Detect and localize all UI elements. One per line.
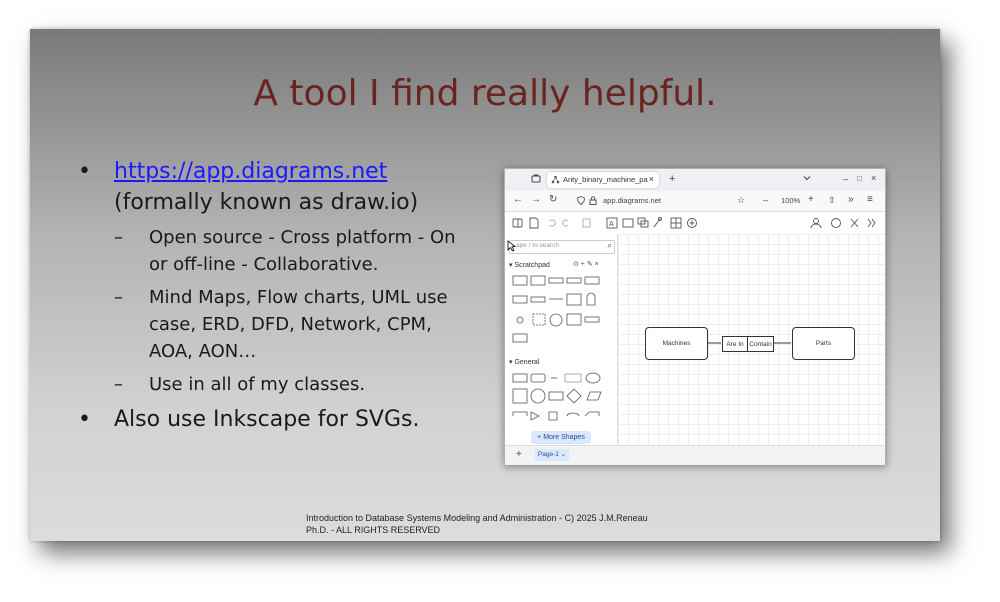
sub-bullet-text: Open source - Cross platform - On or off… [149,227,456,275]
bullet-text: Also use Inkscape for SVGs. [114,407,420,432]
dash-mark: – [114,287,123,308]
reload-icon[interactable]: ↻ [549,194,557,205]
forward-icon[interactable]: → [531,194,541,205]
bullet-inkscape: • Also use Inkscape for SVGs. [78,404,478,435]
new-tab-button[interactable]: + [669,173,675,185]
relationship-contain[interactable]: Contain [747,336,774,352]
diagrams-link[interactable]: https://app.diagrams.net [114,159,387,184]
sub-bullet: – Open source - Cross platform - On or o… [78,224,478,278]
tab-title: Arity_binary_machine_pa [563,175,648,184]
toolbar-icons[interactable]: A [505,212,885,234]
chevron-down-icon[interactable] [803,174,811,184]
sub-bullet: – Mind Maps, Flow charts, UML use case, … [78,284,478,365]
shield-icon[interactable] [577,196,585,207]
slide: A tool I find really helpful. • https://… [30,29,940,541]
dash-mark: – [114,227,123,248]
close-window-button[interactable]: × [871,173,876,183]
tab-overview-icon[interactable] [531,174,541,186]
more-shapes-button[interactable]: + More Shapes [531,431,591,444]
diagram-favicon [551,175,560,186]
tab-bar: Arity_binary_machine_pa × + – □ × [505,169,885,191]
sub-bullet-text: Mind Maps, Flow charts, UML use case, ER… [149,287,448,362]
bullet-list: • https://app.diagrams.net (formally kno… [78,156,478,435]
entity-parts[interactable]: Parts [792,327,855,360]
browser-window: Arity_binary_machine_pa × + – □ × ← → ↻ [504,168,886,465]
relationship-are-in[interactable]: Are In [722,336,748,352]
shapes-panel: ape / to search ⌕ ▾ Scratchpad ⊙ + ✎ × ▾… [505,234,618,444]
drawio-toolbar: A [505,212,885,235]
svg-text:A: A [609,221,614,228]
browser-tab[interactable]: Arity_binary_machine_pa × [547,172,659,188]
star-icon[interactable]: ☆ [737,195,745,206]
zoom-in-icon[interactable]: + [808,194,814,205]
menu-icon[interactable]: ≡ [867,194,873,205]
tab-close-icon[interactable]: × [649,174,654,184]
url-text: app.diagrams.net [603,196,661,205]
page-tab[interactable]: Page-1 ⌄ [535,449,569,461]
slide-footer: Introduction to Database Systems Modelin… [306,512,648,536]
sub-bullet: – Use in all of my classes. [78,371,478,398]
nav-bar: ← → ↻ app.diagrams.net ☆ – 100% + ⇧ » ≡ [505,191,885,212]
bullet-drawio: • https://app.diagrams.net (formally kno… [78,156,478,218]
slide-title: A tool I find really helpful. [253,73,717,114]
page-tab-label: Page-1 [537,451,559,458]
zoom-out-icon[interactable]: – [763,195,768,205]
diagram-canvas[interactable]: Machines Are In Contain Parts [618,234,885,444]
overflow-icon[interactable]: » [848,194,854,205]
add-page-button[interactable]: + [516,449,522,460]
footer-line: Introduction to Database Systems Modelin… [306,513,648,523]
lock-icon[interactable] [589,196,597,207]
address-bar[interactable]: app.diagrams.net [567,194,755,208]
bullet-mark: • [78,159,91,184]
maximize-button[interactable]: □ [857,174,862,183]
entity-machines[interactable]: Machines [645,327,708,360]
bullet-mark: • [78,407,91,432]
general-shapes[interactable] [505,234,617,444]
link-suffix: (formally known as draw.io) [114,190,419,215]
back-icon[interactable]: ← [513,194,523,205]
sub-bullet-text: Use in all of my classes. [149,374,366,395]
footer-line: Ph.D. - ALL RIGHTS RESERVED [306,525,441,535]
extensions-icon[interactable]: ⇧ [828,195,836,206]
zoom-level[interactable]: 100% [781,196,800,205]
dash-mark: – [114,374,123,395]
page-bar: + Page-1 ⌄ [505,445,885,465]
minimize-button[interactable]: – [843,174,848,184]
